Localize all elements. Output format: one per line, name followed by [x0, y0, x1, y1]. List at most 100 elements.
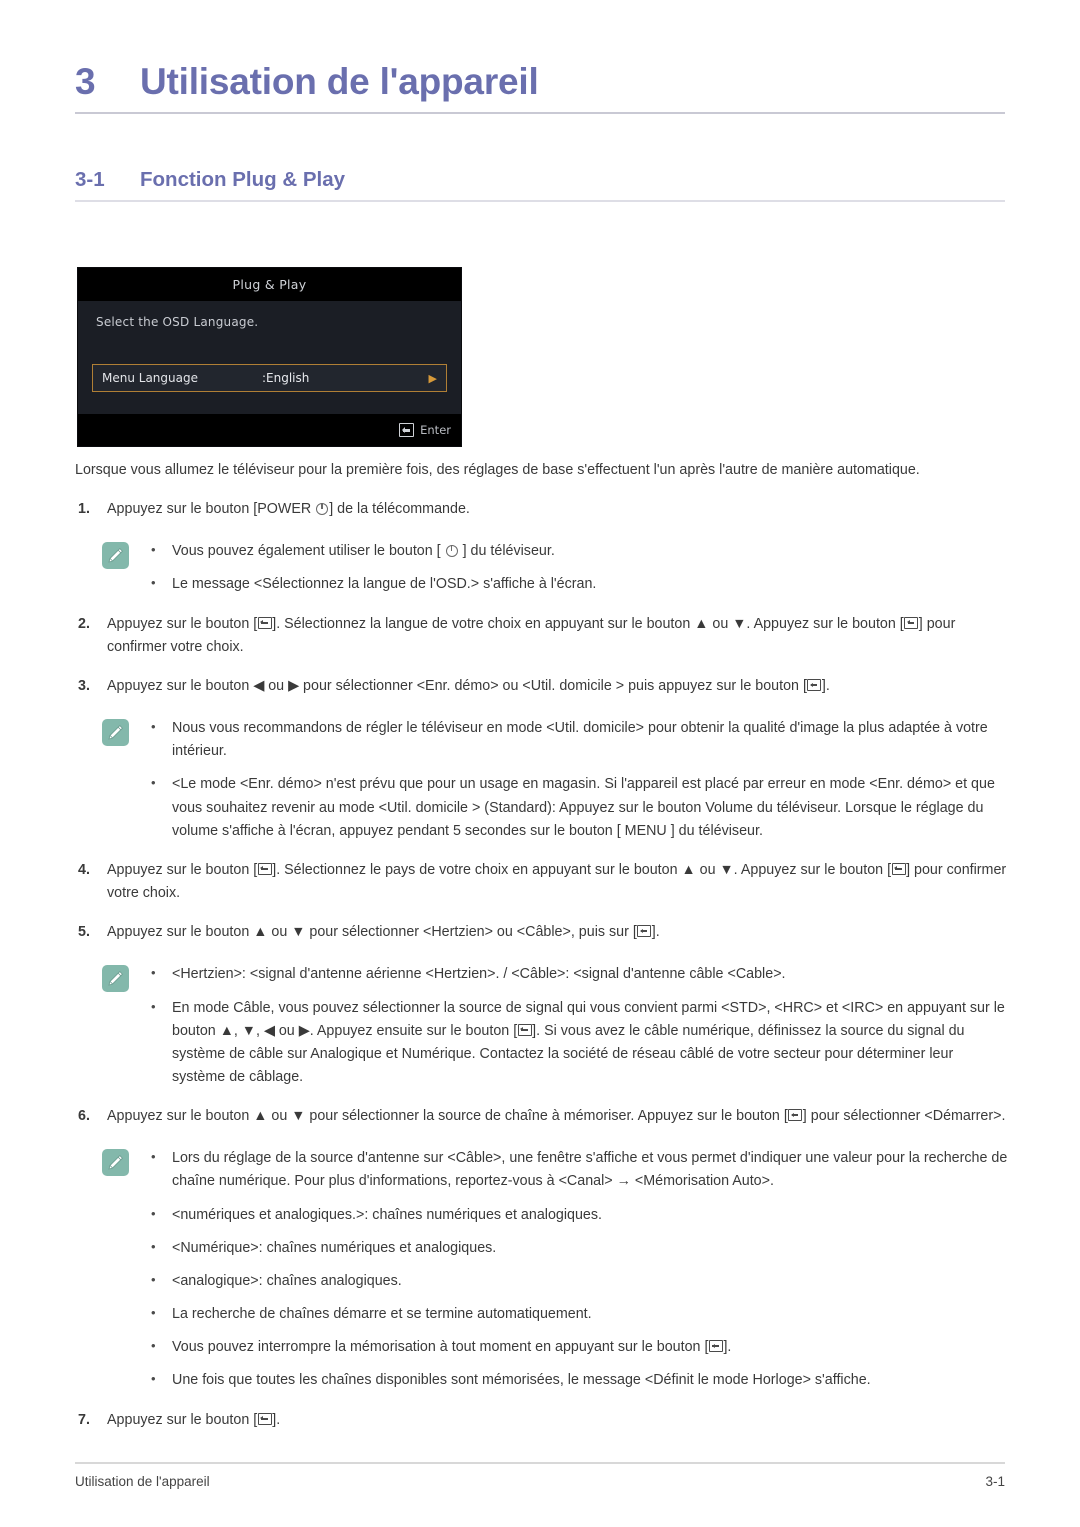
chapter-title: Utilisation de l'appareil [140, 61, 539, 102]
step-6-part2: ] pour sélectionner <Démarrer>. [802, 1108, 1006, 1125]
note-item: <Numérique>: chaînes numériques et analo… [75, 1236, 1010, 1260]
chapter-divider [75, 111, 1005, 114]
step-2-part1: Appuyez sur le bouton [ [107, 615, 258, 632]
section-title-row: 3-1 Fonction Plug & Play [75, 168, 1005, 192]
step-7-part1: Appuyez sur le bouton [ [107, 1411, 258, 1428]
note-4-extra-5-part1: Vous pouvez interrompre la mémorisation … [172, 1339, 709, 1356]
step-3: 3. Appuyez sur le bouton ◀ ou ▶ pour sél… [75, 675, 1010, 698]
step-7-part2: ]. [272, 1411, 281, 1428]
chapter-heading: 3 Utilisation de l'appareil [75, 61, 1005, 114]
note-list-1: Vous pouvez également utiliser le bouton… [145, 539, 1010, 596]
note-icon-column-4 [75, 1147, 145, 1177]
power-icon [316, 503, 329, 516]
step-1-text-after: ] de la télécommande. [329, 501, 470, 518]
step-6-number: 6. [78, 1108, 90, 1125]
step-3-part2: ]. [821, 677, 830, 694]
note-item: Vous pouvez interrompre la mémorisation … [75, 1335, 1010, 1359]
step-7-text: Appuyez sur le bouton []. [107, 1409, 1010, 1432]
body-content: Lorsque vous allumez le téléviseur pour … [75, 459, 1010, 1432]
note-item: Une fois que toutes les chaînes disponib… [75, 1368, 1010, 1392]
note-icon-column-2 [75, 717, 145, 747]
note-item: Nous vous recommandons de régler le télé… [145, 716, 1010, 763]
note-block-4: Lors du réglage de la source d'antenne s… [75, 1146, 1010, 1193]
step-3-number: 3. [78, 677, 90, 694]
step-4-text: Appuyez sur le bouton [ ]. Sélectionnez l… [107, 859, 1010, 905]
step-5: 5. Appuyez sur le bouton ▲ ou ▼ pour sél… [75, 921, 1010, 944]
step-5-number: 5. [78, 924, 90, 941]
chevron-right-icon[interactable]: ▶ [429, 372, 437, 385]
note-item: <analogique>: chaînes analogiques. [75, 1269, 1010, 1293]
note-4-extra-5-part2: ]. [723, 1339, 732, 1356]
osd-title: Plug & Play [232, 277, 307, 292]
osd-menu-language-label: Menu Language [102, 371, 198, 385]
enter-key-icon [637, 925, 652, 938]
enter-key-icon [708, 1340, 723, 1353]
osd-footer: Enter [78, 414, 461, 446]
note-item: En mode Câble, vous pouvez sélectionner … [145, 996, 1010, 1090]
step-1-text: Appuyez sur le bouton [POWER ] de la tél… [107, 498, 1010, 521]
note-icon-column-3 [75, 963, 145, 993]
note-item: <Le mode <Enr. démo> n'est prévu que pou… [145, 772, 1010, 842]
enter-key-icon [257, 1412, 272, 1425]
step-2-part2: ]. Sélectionnez la langue de votre choix… [272, 615, 904, 632]
step-2-text: Appuyez sur le bouton [ ]. Sélectionnez l… [107, 613, 1010, 659]
step-3-text: Appuyez sur le bouton ◀ ou ▶ pour sélect… [107, 675, 1010, 698]
note-item: <numériques et analogiques.>: chaînes nu… [75, 1203, 1010, 1227]
section-number: 3-1 [75, 168, 105, 191]
step-6: 6. Appuyez sur le bouton ▲ ou ▼ pour sél… [75, 1105, 1010, 1128]
enter-key-icon [807, 678, 822, 691]
osd-screenshot-figure: Plug & Play Select the OSD Language. Men… [77, 267, 462, 447]
step-2: 2. Appuyez sur le bouton [ ]. Sélectionne… [75, 613, 1010, 659]
chapter-title-row: 3 Utilisation de l'appareil [75, 61, 1005, 103]
step-7: 7. Appuyez sur le bouton []. [75, 1409, 1010, 1432]
step-4-part2: ]. Sélectionnez le pays de votre choix e… [272, 861, 892, 878]
enter-key-icon [399, 423, 415, 437]
note-block-3: <Hertzien>: <signal d'antenne aérienne <… [75, 962, 1010, 1090]
note-pencil-icon [102, 965, 129, 993]
footer-page-number: 3-1 [985, 1474, 1005, 1489]
note-pencil-icon [102, 542, 129, 570]
note-item: <Hertzien>: <signal d'antenne aérienne <… [145, 962, 1010, 986]
enter-key-icon [257, 616, 272, 629]
chapter-number: 3 [75, 61, 96, 102]
note-block-2: Nous vous recommandons de régler le télé… [75, 716, 1010, 843]
note-item: La recherche de chaînes démarre et se te… [75, 1302, 1010, 1326]
step-6-part1: Appuyez sur le bouton ▲ ou ▼ pour sélect… [107, 1108, 788, 1125]
note-list-4-extra: <numériques et analogiques.>: chaînes nu… [75, 1203, 1010, 1393]
note-list-2: Nous vous recommandons de régler le télé… [145, 716, 1010, 843]
step-5-part2: ]. [651, 924, 660, 941]
osd-prompt: Select the OSD Language. [96, 315, 259, 329]
note-list-3: <Hertzien>: <signal d'antenne aérienne <… [145, 962, 1010, 1090]
footer-left-label: Utilisation de l'appareil [75, 1474, 210, 1489]
section-heading: 3-1 Fonction Plug & Play [75, 168, 1005, 202]
osd-body: Select the OSD Language. Menu Language :… [78, 301, 461, 414]
enter-key-icon [257, 862, 272, 875]
power-icon [445, 545, 458, 558]
document-page: 3 Utilisation de l'appareil 3-1 Fonction… [0, 0, 1080, 1527]
note-item: Lors du réglage de la source d'antenne s… [145, 1146, 1010, 1193]
osd-menu-language-row[interactable]: Menu Language :English ▶ [92, 364, 447, 392]
enter-key-icon [517, 1023, 532, 1036]
step-3-part1: Appuyez sur le bouton ◀ ou ▶ pour sélect… [107, 677, 807, 694]
step-2-number: 2. [78, 615, 90, 632]
note-1-item-1-part2: ] du téléviseur. [458, 543, 555, 560]
footer-divider [75, 1462, 1005, 1464]
page-footer: Utilisation de l'appareil 3-1 [75, 1474, 1005, 1489]
note-icon-column-1 [75, 540, 145, 570]
step-4: 4. Appuyez sur le bouton []. Sélectionne… [75, 859, 1010, 905]
note-pencil-icon [102, 1149, 129, 1177]
note-item: Le message <Sélectionnez la langue de l'… [145, 572, 1010, 596]
section-divider [75, 199, 1005, 202]
step-5-text: Appuyez sur le bouton ▲ ou ▼ pour sélect… [107, 921, 1010, 944]
step-7-number: 7. [78, 1411, 90, 1428]
note-block-1: Vous pouvez également utiliser le bouton… [75, 539, 1010, 596]
enter-key-icon [904, 616, 919, 629]
osd-footer-label: Enter [420, 423, 451, 437]
note-list-4: Lors du réglage de la source d'antenne s… [145, 1146, 1010, 1193]
step-4-part1: Appuyez sur le bouton [ [107, 861, 258, 878]
osd-titlebar: Plug & Play [78, 268, 461, 301]
osd-menu-language-value: :English [262, 371, 310, 385]
note-pencil-icon [102, 719, 129, 747]
enter-key-icon [788, 1109, 803, 1122]
step-6-text: Appuyez sur le bouton ▲ ou ▼ pour sélect… [107, 1105, 1010, 1128]
